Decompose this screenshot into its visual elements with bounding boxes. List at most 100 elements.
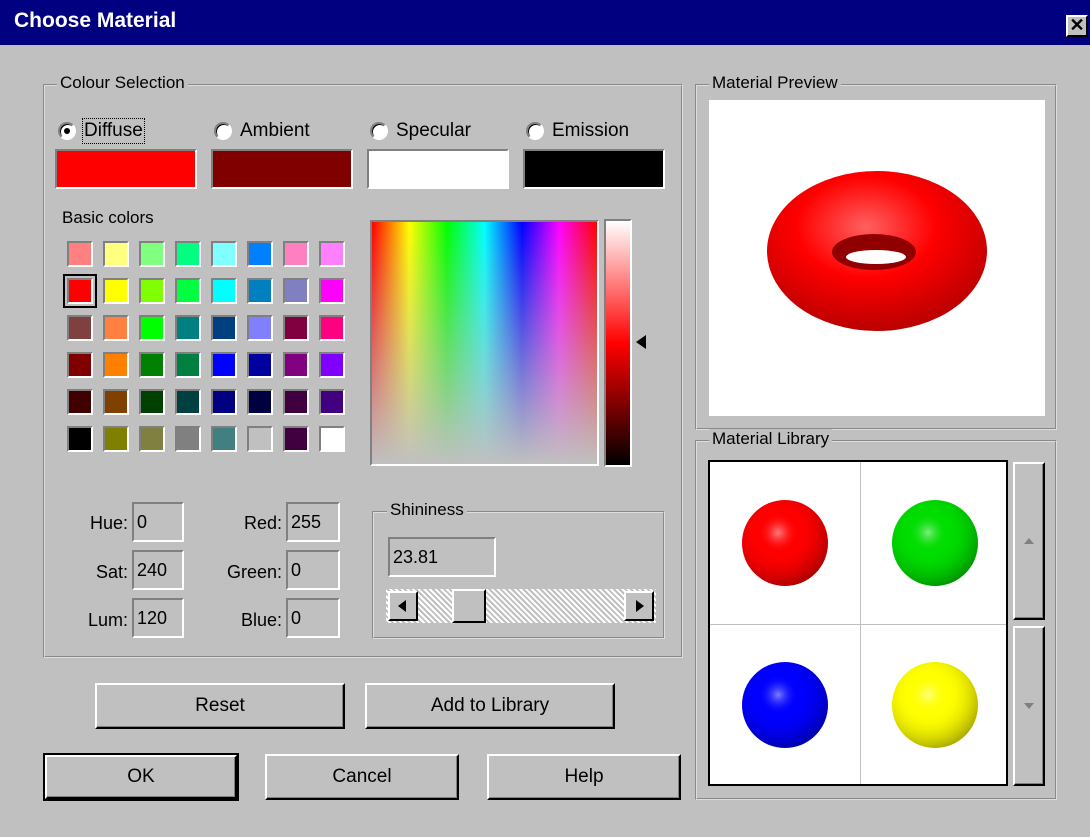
sat-field[interactable]: 240	[132, 550, 184, 590]
basic-color-swatch[interactable]	[103, 389, 129, 415]
lum-field[interactable]: 120	[132, 598, 184, 638]
basic-color-swatch[interactable]	[103, 278, 129, 304]
basic-color-swatch[interactable]	[67, 426, 93, 452]
basic-color-swatch[interactable]	[283, 352, 309, 378]
radio-specular[interactable]: Specular	[370, 120, 471, 142]
basic-color-swatch[interactable]	[247, 278, 273, 304]
basic-color-swatch[interactable]	[283, 426, 309, 452]
basic-color-swatch[interactable]	[211, 315, 237, 341]
color-spectrum[interactable]	[370, 220, 599, 466]
material-library-label: Material Library	[709, 429, 833, 449]
basic-color-swatch[interactable]	[139, 278, 165, 304]
ok-label: OK	[127, 766, 155, 787]
basic-color-swatch[interactable]	[211, 389, 237, 415]
radio-ambient[interactable]: Ambient	[214, 120, 310, 142]
material-blue[interactable]	[742, 662, 828, 748]
scroll-left-button[interactable]	[388, 591, 418, 621]
library-spheres	[742, 500, 978, 748]
material-green[interactable]	[892, 500, 978, 586]
slider-thumb[interactable]	[451, 589, 486, 623]
basic-color-swatch[interactable]	[63, 274, 97, 308]
basic-color-swatch[interactable]	[211, 241, 237, 267]
radio-button[interactable]	[214, 122, 232, 140]
scroll-right-button[interactable]	[624, 591, 654, 621]
basic-color-swatch[interactable]	[319, 278, 345, 304]
basic-color-swatch[interactable]	[175, 241, 201, 267]
basic-color-swatch[interactable]	[319, 426, 345, 452]
basic-color-swatch[interactable]	[139, 426, 165, 452]
radio-label: Ambient	[240, 120, 310, 141]
basic-color-swatch[interactable]	[103, 426, 129, 452]
library-scroll-down-button[interactable]	[1013, 626, 1045, 786]
sat-label: Sat:	[95, 562, 128, 582]
radio-button[interactable]	[526, 122, 544, 140]
basic-color-swatch[interactable]	[211, 352, 237, 378]
green-field[interactable]: 0	[286, 550, 340, 590]
radio-button[interactable]	[58, 122, 76, 140]
basic-colors-label: Basic colors	[62, 208, 154, 227]
arrow-down-icon	[1024, 703, 1034, 709]
luminance-bar[interactable]	[604, 219, 632, 467]
basic-color-swatch[interactable]	[175, 426, 201, 452]
red-field[interactable]: 255	[286, 502, 340, 542]
red-label: Red:	[243, 513, 282, 533]
basic-color-swatch[interactable]	[247, 426, 273, 452]
basic-color-swatch[interactable]	[283, 315, 309, 341]
ok-button[interactable]: OK	[43, 753, 239, 801]
basic-color-swatch[interactable]	[175, 389, 201, 415]
basic-color-swatch[interactable]	[247, 241, 273, 267]
basic-color-swatch[interactable]	[139, 389, 165, 415]
basic-color-swatch[interactable]	[283, 278, 309, 304]
basic-color-swatch[interactable]	[319, 389, 345, 415]
basic-color-swatch[interactable]	[67, 352, 93, 378]
blue-label: Blue:	[240, 610, 282, 630]
material-red[interactable]	[742, 500, 828, 586]
basic-color-swatch[interactable]	[67, 389, 93, 415]
basic-color-swatch[interactable]	[103, 352, 129, 378]
cancel-button[interactable]: Cancel	[265, 754, 459, 800]
basic-color-swatch[interactable]	[319, 241, 345, 267]
basic-color-swatch[interactable]	[175, 315, 201, 341]
luminance-pointer-icon[interactable]	[636, 335, 646, 349]
basic-color-swatch[interactable]	[247, 352, 273, 378]
radio-diffuse[interactable]: Diffuse	[58, 118, 145, 144]
shininess-slider[interactable]	[386, 589, 656, 623]
help-label: Help	[564, 766, 604, 787]
basic-color-swatch[interactable]	[247, 315, 273, 341]
reset-button[interactable]: Reset	[95, 683, 345, 729]
basic-color-swatch[interactable]	[67, 315, 93, 341]
basic-color-swatch[interactable]	[319, 315, 345, 341]
add-to-library-button[interactable]: Add to Library	[365, 683, 615, 729]
basic-color-swatch[interactable]	[319, 352, 345, 378]
basic-color-swatch[interactable]	[283, 241, 309, 267]
basic-color-swatch[interactable]	[139, 241, 165, 267]
shininess-field[interactable]: 23.81	[388, 537, 496, 577]
basic-color-swatch[interactable]	[67, 241, 93, 267]
basic-color-swatch[interactable]	[139, 352, 165, 378]
basic-color-swatch[interactable]	[211, 426, 237, 452]
hue-field[interactable]: 0	[132, 502, 184, 542]
emission-swatch[interactable]	[523, 149, 665, 189]
basic-color-swatch[interactable]	[139, 315, 165, 341]
cancel-label: Cancel	[332, 766, 392, 787]
basic-color-swatch[interactable]	[211, 278, 237, 304]
close-button[interactable]: ✕	[1066, 15, 1088, 37]
help-button[interactable]: Help	[487, 754, 681, 800]
blue-field[interactable]: 0	[286, 598, 340, 638]
diffuse-swatch[interactable]	[55, 149, 197, 189]
close-icon: ✕	[1069, 15, 1085, 35]
basic-color-swatch[interactable]	[103, 241, 129, 267]
basic-color-swatch[interactable]	[247, 389, 273, 415]
radio-button[interactable]	[370, 122, 388, 140]
window-title: Choose Material	[14, 9, 177, 32]
ambient-swatch[interactable]	[211, 149, 353, 189]
material-yellow[interactable]	[892, 662, 978, 748]
basic-color-swatch[interactable]	[283, 389, 309, 415]
library-scroll-up-button[interactable]	[1013, 462, 1045, 620]
specular-swatch[interactable]	[367, 149, 509, 189]
basic-color-swatch[interactable]	[103, 315, 129, 341]
basic-color-swatch[interactable]	[175, 278, 201, 304]
basic-color-swatch[interactable]	[175, 352, 201, 378]
radio-emission[interactable]: Emission	[526, 120, 629, 142]
radio-label: Diffuse	[82, 118, 145, 144]
